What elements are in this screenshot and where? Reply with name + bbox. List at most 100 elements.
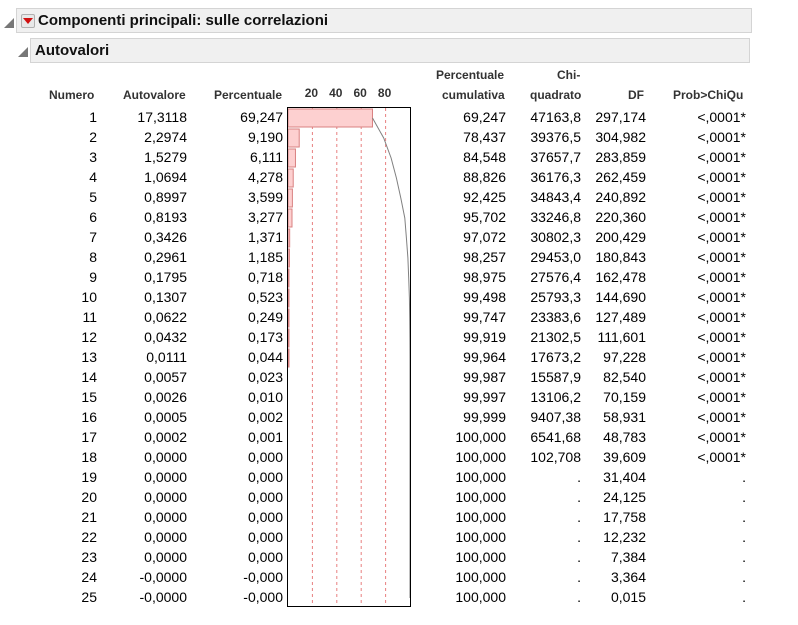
table-cell-n: 4 — [89, 169, 97, 185]
table-cell-df: 144,690 — [595, 289, 646, 305]
table-cell-chi: . — [577, 529, 581, 545]
table-row[interactable]: 20 0,0000 0,000 100,000. 24,125. — [0, 487, 798, 507]
table-cell-cum: 99,747 — [463, 309, 506, 325]
table-cell-chi: 36176,3 — [530, 169, 581, 185]
table-cell-eig: 0,0000 — [144, 449, 187, 465]
table-cell-p: . — [742, 589, 746, 605]
table-row[interactable]: 24 -0,0000 -0,000 100,000. 3,364. — [0, 567, 798, 587]
column-header-df[interactable]: DF — [628, 85, 644, 105]
table-row[interactable]: 15 0,0026 0,010 99,997 13106,2 70,159 <,0001* — [0, 387, 798, 407]
table-row[interactable]: 3 1,5279 6,111 84,548 37657,7 283,859 <,0001* — [0, 147, 798, 167]
table-cell-pct: 0,023 — [247, 369, 283, 385]
table-cell-pct: 0,000 — [247, 469, 283, 485]
table-row[interactable]: 11 0,0622 0,249 99,747 23383,6 127,489 <,0001* — [0, 307, 798, 327]
table-cell-df: 12,232 — [603, 529, 646, 545]
table-row[interactable]: 5 0,8997 3,599 92,425 34843,4 240,892 <,0001* — [0, 187, 798, 207]
column-header-cumulativa-line2[interactable]: cumulativa — [442, 85, 505, 105]
table-cell-df: 7,384 — [610, 549, 646, 565]
table-cell-cum: 97,072 — [463, 229, 506, 245]
column-header-autovalore[interactable]: Autovalore — [123, 85, 186, 105]
column-header-numero[interactable]: Numero — [49, 85, 94, 105]
table-cell-n: 20 — [81, 489, 97, 505]
column-header-chi-line1[interactable]: Chi- — [557, 65, 580, 85]
table-row[interactable]: 1 17,3118 69,247 69,247 47163,8 297,174 <,0001… — [0, 107, 798, 127]
table-cell-chi: 17673,2 — [530, 349, 581, 365]
table-cell-cum: 100,000 — [455, 489, 506, 505]
table-cell-df: 162,478 — [595, 269, 646, 285]
axis-tick-label: 40 — [329, 86, 343, 100]
table-cell-df: 3,364 — [610, 569, 646, 585]
table-cell-df: 127,489 — [595, 309, 646, 325]
table-cell-pct: 4,278 — [247, 169, 283, 185]
disclosure-toggle-icon[interactable] — [4, 18, 14, 28]
table-row[interactable]: 10 0,1307 0,523 99,498 25793,3 144,690 <,0001* — [0, 287, 798, 307]
column-header-cumulativa-line1[interactable]: Percentuale — [436, 65, 504, 85]
table-cell-pct: 0,173 — [247, 329, 283, 345]
table-cell-df: 0,015 — [610, 589, 646, 605]
red-triangle-menu-icon[interactable] — [21, 13, 35, 28]
table-row[interactable]: 17 0,0002 0,001 100,000 6541,68 48,783 <,0001* — [0, 427, 798, 447]
table-cell-n: 12 — [81, 329, 97, 345]
table-cell-chi: 23383,6 — [530, 309, 581, 325]
table-row[interactable]: 18 0,0000 0,000 100,000 102,708 39,609 <,0001* — [0, 447, 798, 467]
table-cell-eig: 0,0432 — [144, 329, 187, 345]
table-cell-pct: 0,523 — [247, 289, 283, 305]
table-row[interactable]: 16 0,0005 0,002 99,999 9407,38 58,931 <,0001* — [0, 407, 798, 427]
table-cell-p: . — [742, 549, 746, 565]
table-cell-pct: 0,000 — [247, 549, 283, 565]
table-row[interactable]: 23 0,0000 0,000 100,000. 7,384. — [0, 547, 798, 567]
table-cell-eig: 0,0000 — [144, 469, 187, 485]
table-cell-n: 13 — [81, 349, 97, 365]
table-row[interactable]: 22 0,0000 0,000 100,000. 12,232. — [0, 527, 798, 547]
table-cell-eig: 0,0622 — [144, 309, 187, 325]
table-cell-eig: 0,1795 — [144, 269, 187, 285]
table-row[interactable]: 19 0,0000 0,000 100,000. 31,404. — [0, 467, 798, 487]
table-cell-n: 16 — [81, 409, 97, 425]
table-cell-chi: 29453,0 — [530, 249, 581, 265]
section-title: Autovalori — [35, 42, 110, 59]
column-header-percentuale[interactable]: Percentuale — [214, 85, 282, 105]
table-cell-chi: . — [577, 469, 581, 485]
table-row[interactable]: 2 2,2974 9,190 78,437 39376,5 304,982 <,0001* — [0, 127, 798, 147]
table-cell-pct: 6,111 — [250, 149, 283, 165]
table-row[interactable]: 4 1,0694 4,278 88,826 36176,3 262,459 <,0001* — [0, 167, 798, 187]
table-cell-eig: 0,2961 — [144, 249, 187, 265]
table-cell-df: 220,360 — [595, 209, 646, 225]
table-cell-n: 17 — [81, 429, 97, 445]
table-cell-chi: . — [577, 489, 581, 505]
table-row[interactable]: 13 0,0111 0,044 99,964 17673,2 97,228 <,0001* — [0, 347, 798, 367]
table-row[interactable]: 12 0,0432 0,173 99,919 21302,5 111,601 <,0001* — [0, 327, 798, 347]
table-cell-pct: 3,599 — [247, 189, 283, 205]
table-cell-cum: 100,000 — [455, 589, 506, 605]
table-cell-n: 10 — [81, 289, 97, 305]
table-row[interactable]: 14 0,0057 0,023 99,987 15587,9 82,540 <,0001* — [0, 367, 798, 387]
table-cell-pct: 1,371 — [247, 229, 283, 245]
table-cell-p: <,0001* — [697, 429, 746, 445]
table-cell-cum: 100,000 — [455, 549, 506, 565]
table-cell-pct: 9,190 — [247, 129, 283, 145]
table-row[interactable]: 8 0,2961 1,185 98,257 29453,0 180,843 <,0001* — [0, 247, 798, 267]
table-cell-cum: 99,987 — [463, 369, 506, 385]
table-cell-p: <,0001* — [697, 369, 746, 385]
table-cell-cum: 100,000 — [455, 469, 506, 485]
table-cell-p: <,0001* — [697, 409, 746, 425]
table-row[interactable]: 25 -0,0000 -0,000 100,000. 0,015. — [0, 587, 798, 607]
table-row[interactable]: 7 0,3426 1,371 97,072 30802,3 200,429 <,0001* — [0, 227, 798, 247]
table-cell-df: 200,429 — [595, 229, 646, 245]
disclosure-toggle-icon[interactable] — [18, 47, 28, 57]
table-cell-eig: 2,2974 — [144, 129, 187, 145]
table-row[interactable]: 9 0,1795 0,718 98,975 27576,4 162,478 <,0001* — [0, 267, 798, 287]
table-cell-cum: 100,000 — [455, 429, 506, 445]
table-cell-pct: 0,000 — [247, 449, 283, 465]
table-cell-eig: 0,3426 — [144, 229, 187, 245]
column-header-prob[interactable]: Prob>ChiQu — [673, 85, 743, 105]
table-row[interactable]: 21 0,0000 0,000 100,000. 17,758. — [0, 507, 798, 527]
table-cell-cum: 78,437 — [463, 129, 506, 145]
table-cell-chi: 37657,7 — [530, 149, 581, 165]
column-header-chi-line2[interactable]: quadrato — [530, 85, 581, 105]
table-cell-chi: 39376,5 — [530, 129, 581, 145]
table-cell-eig: 0,0000 — [144, 489, 187, 505]
table-cell-cum: 99,964 — [463, 349, 506, 365]
table-row[interactable]: 6 0,8193 3,277 95,702 33246,8 220,360 <,0001* — [0, 207, 798, 227]
table-cell-n: 2 — [89, 129, 97, 145]
